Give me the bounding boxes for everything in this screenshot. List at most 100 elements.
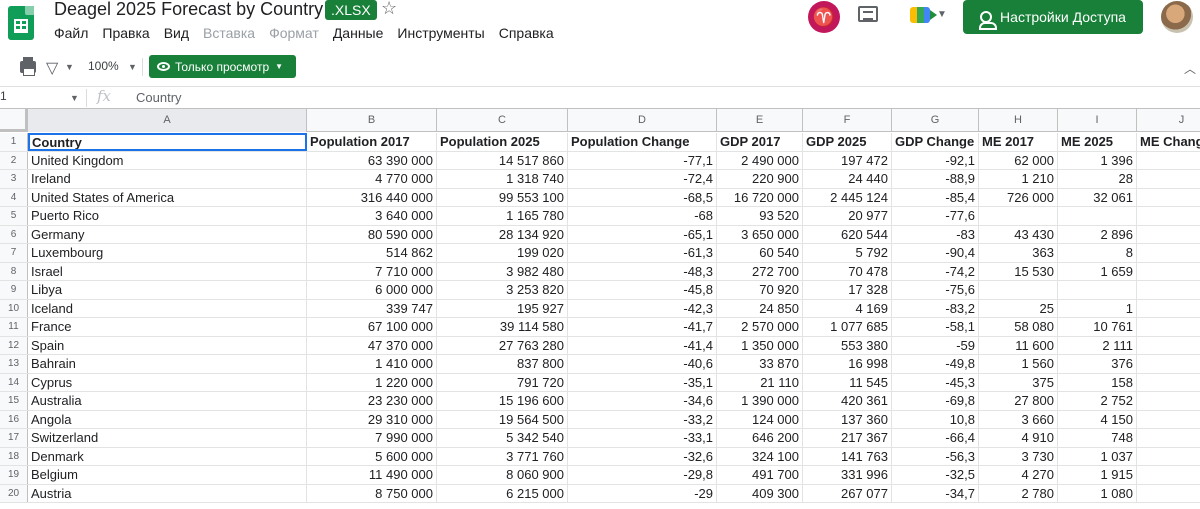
table-cell[interactable]: -41,7 [568, 318, 717, 336]
header-cell[interactable]: ME Change [1137, 133, 1200, 151]
table-cell[interactable]: Iceland [28, 299, 307, 317]
table-cell[interactable]: 14 517 860 [437, 151, 568, 169]
column-header[interactable]: C [437, 109, 568, 132]
table-cell[interactable]: 1 080 [1058, 484, 1137, 502]
menu-item[interactable]: Справка [499, 24, 554, 42]
row-header[interactable]: 11 [0, 318, 28, 336]
table-cell[interactable]: 32 061 [1058, 188, 1137, 206]
table-cell[interactable]: 15 530 [979, 262, 1058, 280]
table-cell[interactable]: -77,6 [892, 207, 979, 225]
table-cell[interactable]: 28 [1058, 170, 1137, 188]
table-cell[interactable]: 1 659 [1058, 262, 1137, 280]
table-cell[interactable]: 409 300 [717, 484, 803, 502]
table-cell[interactable]: -83,2 [892, 299, 979, 317]
table-cell[interactable]: -95 [1137, 189, 1200, 207]
table-cell[interactable]: -75 [1137, 355, 1200, 373]
table-cell[interactable]: 748 [1058, 429, 1137, 447]
table-cell[interactable]: -90,4 [892, 244, 979, 262]
menu-item[interactable]: Файл [54, 24, 88, 42]
table-cell[interactable]: -45,3 [892, 373, 979, 391]
row-header[interactable]: 6 [0, 225, 28, 243]
table-cell[interactable]: 420 361 [803, 392, 892, 410]
table-cell[interactable]: 29 310 000 [307, 410, 437, 428]
table-cell[interactable]: -68,5 [568, 188, 717, 206]
table-cell[interactable]: 726 000 [979, 188, 1058, 206]
table-cell[interactable]: -40,6 [568, 355, 717, 373]
table-cell[interactable]: 2 490 000 [717, 151, 803, 169]
table-cell[interactable]: 3 640 000 [307, 207, 437, 225]
table-cell[interactable]: -45,8 [568, 281, 717, 299]
table-cell[interactable]: 62 000 [979, 151, 1058, 169]
row-header[interactable]: 15 [0, 392, 28, 410]
table-cell[interactable]: 3 650 000 [717, 225, 803, 243]
row-header[interactable]: 19 [0, 466, 28, 484]
table-cell[interactable]: -32,5 [892, 466, 979, 484]
table-cell[interactable]: 837 800 [437, 355, 568, 373]
table-cell[interactable]: -97 [1137, 244, 1200, 262]
table-cell[interactable]: 11 545 [803, 373, 892, 391]
header-cell[interactable]: Population 2025 [437, 133, 568, 151]
meet-icon[interactable] [910, 7, 937, 23]
table-cell[interactable]: 24 440 [803, 170, 892, 188]
table-cell[interactable]: 1 037 [1058, 447, 1137, 465]
header-cell[interactable]: Population 2017 [307, 133, 437, 151]
table-cell[interactable]: 93 520 [717, 207, 803, 225]
table-cell[interactable]: 220 900 [717, 170, 803, 188]
table-cell[interactable]: -29,8 [568, 466, 717, 484]
row-header[interactable]: 3 [0, 170, 28, 188]
table-cell[interactable]: 15 196 600 [437, 392, 568, 410]
table-cell[interactable]: 5 600 000 [307, 447, 437, 465]
table-cell[interactable]: 4 270 [979, 466, 1058, 484]
header-cell[interactable]: Country [28, 133, 307, 151]
print-icon[interactable] [20, 57, 36, 76]
table-cell[interactable]: United Kingdom [28, 151, 307, 169]
table-cell[interactable]: Ireland [28, 170, 307, 188]
table-cell[interactable]: 3 982 480 [437, 262, 568, 280]
table-cell[interactable]: 27 763 280 [437, 336, 568, 354]
row-header[interactable]: 10 [0, 299, 28, 317]
table-cell[interactable]: 2 896 [1058, 225, 1137, 243]
table-cell[interactable]: 20 977 [803, 207, 892, 225]
row-header[interactable]: 18 [0, 447, 28, 465]
table-cell[interactable]: 28 134 920 [437, 225, 568, 243]
table-cell[interactable]: 60 540 [717, 244, 803, 262]
table-cell[interactable]: 23 230 000 [307, 392, 437, 410]
table-cell[interactable]: 4 910 [979, 429, 1058, 447]
table-cell[interactable]: 646 200 [717, 429, 803, 447]
sheets-logo-icon[interactable] [8, 6, 34, 40]
table-cell[interactable]: -77,1 [568, 151, 717, 169]
menu-item[interactable]: Вставка [203, 24, 255, 42]
column-header[interactable]: F [803, 109, 892, 132]
menu-item[interactable]: Вид [164, 24, 189, 42]
header-cell[interactable]: Population Change [568, 133, 717, 151]
table-cell[interactable]: 491 700 [717, 466, 803, 484]
formula-input[interactable]: Country [136, 90, 182, 105]
table-cell[interactable]: 8 060 900 [437, 466, 568, 484]
chevron-down-icon[interactable]: ▼ [65, 62, 74, 72]
table-cell[interactable] [1137, 207, 1200, 225]
spreadsheet-grid[interactable]: ABCDEFGHIJ 1 Country Population 2017 Popula… [0, 108, 1200, 509]
row-header[interactable]: 1 [0, 133, 28, 151]
column-header[interactable]: E [717, 109, 803, 132]
table-cell[interactable]: -9 [1137, 300, 1200, 318]
row-header[interactable]: 2 [0, 151, 28, 169]
column-header[interactable]: B [307, 109, 437, 132]
table-cell[interactable]: 324 100 [717, 447, 803, 465]
header-cell[interactable]: GDP 2017 [717, 133, 803, 151]
table-cell[interactable]: 17 328 [803, 281, 892, 299]
column-header[interactable]: J [1137, 109, 1200, 132]
header-cell[interactable]: GDP 2025 [803, 133, 892, 151]
table-cell[interactable]: 1 210 [979, 170, 1058, 188]
table-cell[interactable]: 4 770 000 [307, 170, 437, 188]
row-header[interactable]: 9 [0, 281, 28, 299]
table-cell[interactable]: 2 752 [1058, 392, 1137, 410]
table-cell[interactable]: -56,3 [892, 447, 979, 465]
table-cell[interactable]: 63 390 000 [307, 151, 437, 169]
menu-item[interactable]: Формат [269, 24, 319, 42]
star-icon[interactable]: ☆ [381, 0, 397, 19]
table-cell[interactable]: 339 747 [307, 299, 437, 317]
table-cell[interactable]: 620 544 [803, 225, 892, 243]
table-cell[interactable]: 316 440 000 [307, 188, 437, 206]
table-cell[interactable]: -41,4 [568, 336, 717, 354]
view-mode-button[interactable]: Только просмотр ▼ [149, 55, 296, 78]
